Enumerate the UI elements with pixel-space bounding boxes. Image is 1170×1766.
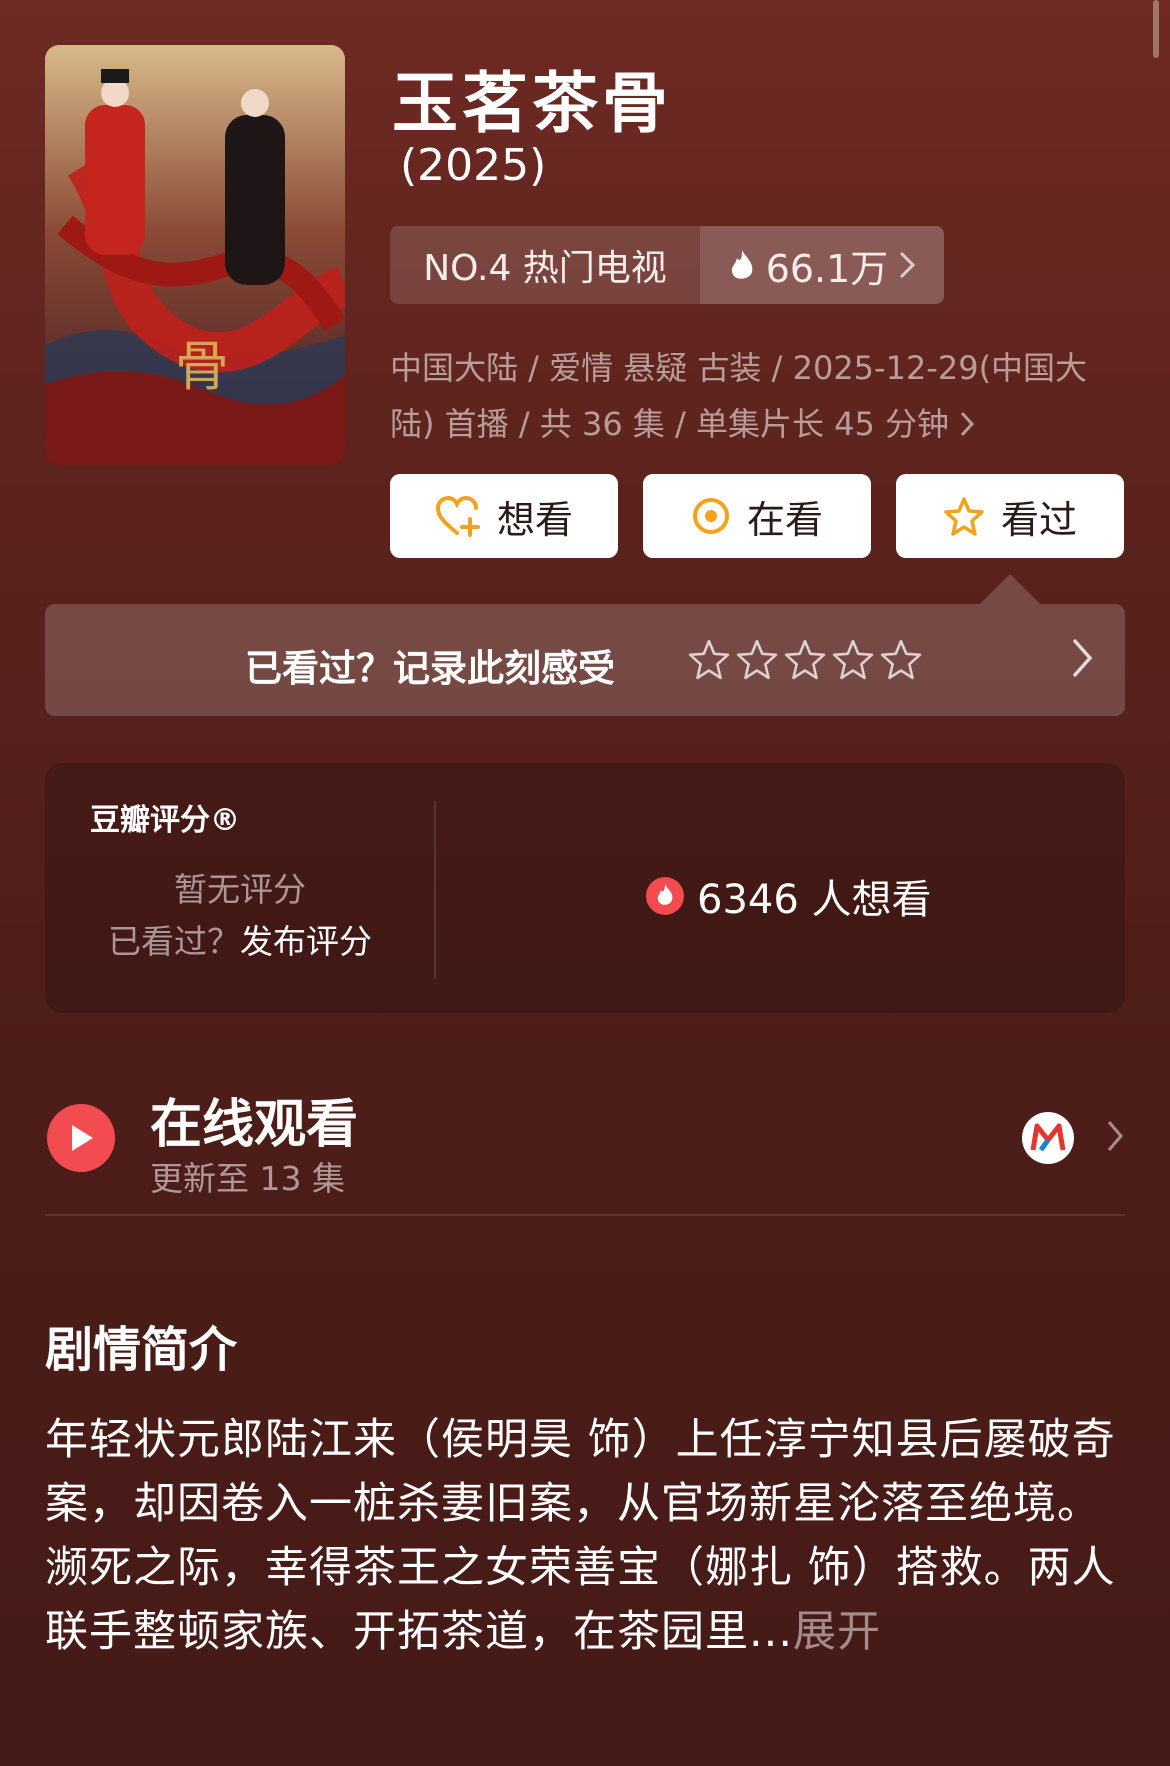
watched-button[interactable]: 看过	[896, 474, 1124, 558]
rating-card: 豆瓣评分® 暂无评分 已看过？发布评分 6346 人想看	[45, 763, 1125, 1013]
empty-star-icon[interactable]	[783, 638, 827, 680]
page-title: 玉茗茶骨	[392, 65, 672, 142]
watched-label: 看过	[1000, 497, 1077, 542]
chevron-right-icon[interactable]	[1105, 1118, 1125, 1154]
want-to-watch-button[interactable]: 想看	[390, 474, 618, 558]
flame-badge-icon	[646, 877, 684, 915]
ranking-badge[interactable]: NO.4 热门电视 66.1万	[390, 226, 944, 304]
watch-online-title[interactable]: 在线观看	[150, 1082, 358, 1157]
synopsis-body: 年轻状元郎陆江来（侯明昊 饰）上任淳宁知县后屡破奇案，却因卷入一桩杀妻旧案，从官…	[45, 1415, 1116, 1657]
episode-update-text: 更新至 13 集	[150, 1159, 345, 1198]
divider	[45, 1214, 1125, 1216]
want-count: 6346 人想看	[645, 867, 932, 925]
want-count-text: 6346 人想看	[697, 877, 932, 923]
metadata-line: 陆) 首播 / 共 36 集 / 单集片长 45 分钟	[390, 405, 950, 443]
heat-count[interactable]: 66.1万	[700, 226, 944, 304]
watching-button[interactable]: 在看	[643, 474, 871, 558]
empty-star-icon[interactable]	[879, 638, 923, 680]
metadata-line: 中国大陆 / 爱情 悬疑 古装 / 2025-12-29(中国大	[390, 349, 1088, 387]
watched-question: 已看过？	[108, 922, 240, 961]
chevron-right-icon	[960, 411, 975, 437]
want-label: 想看	[496, 497, 573, 542]
mango-tv-logo-icon[interactable]	[1022, 1112, 1074, 1164]
divider	[434, 801, 436, 979]
star-icon	[944, 497, 984, 536]
record-feeling-bar[interactable]: 已看过？记录此刻感受	[45, 604, 1125, 716]
heart-plus-icon	[435, 495, 480, 537]
synopsis-title: 剧情简介	[45, 1322, 238, 1378]
heat-value: 66.1万	[765, 246, 889, 291]
empty-star-icon[interactable]	[735, 638, 779, 680]
chevron-right-icon	[1072, 638, 1093, 678]
chevron-right-icon	[900, 251, 916, 279]
release-year: (2025)	[400, 140, 547, 191]
record-prompt: 已看过？记录此刻感受	[245, 647, 615, 690]
svg-text:骨: 骨	[175, 335, 229, 398]
post-rating-row[interactable]: 已看过？发布评分	[45, 915, 435, 963]
play-icon[interactable]	[47, 1104, 115, 1172]
no-rating-text: 暂无评分	[174, 870, 306, 909]
post-rating-link[interactable]: 发布评分	[240, 922, 372, 961]
watching-label: 在看	[746, 497, 823, 542]
synopsis-text: 年轻状元郎陆江来（侯明昊 饰）上任淳宁知县后屡破奇案，却因卷入一桩杀妻旧案，从官…	[45, 1408, 1135, 1664]
douban-rating-brand: 豆瓣评分®	[90, 803, 240, 838]
target-icon	[692, 498, 729, 534]
empty-star-icon[interactable]	[687, 638, 731, 680]
expand-link[interactable]: 展开	[793, 1607, 881, 1657]
flame-icon	[731, 250, 753, 279]
tooltip-arrow	[980, 574, 1040, 604]
rating-stars[interactable]	[687, 638, 923, 680]
show-metadata[interactable]: 中国大陆 / 爱情 悬疑 古装 / 2025-12-29(中国大 陆) 首播 /…	[390, 340, 1120, 452]
scrollbar[interactable]	[1153, 0, 1159, 58]
empty-star-icon[interactable]	[831, 638, 875, 680]
ranking-label: NO.4 热门电视	[423, 248, 667, 289]
poster-image[interactable]: 骨	[45, 45, 345, 465]
